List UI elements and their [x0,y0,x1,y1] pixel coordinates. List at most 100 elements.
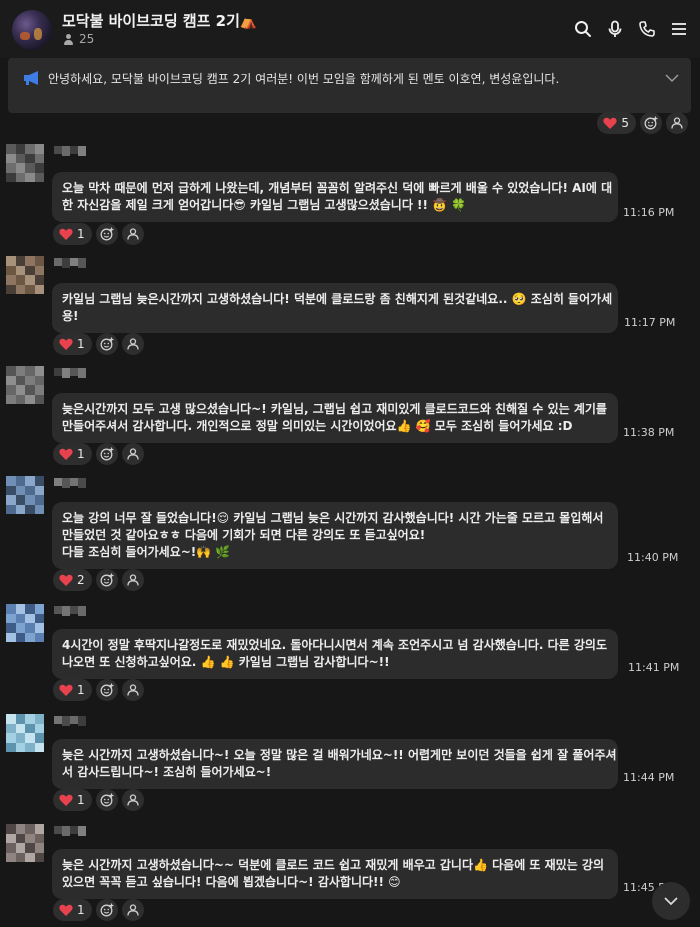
reactors-button[interactable] [121,899,144,921]
room-avatar[interactable] [12,10,52,50]
member-count[interactable]: 25 [63,32,94,46]
message-text-line: 만들었던 것 같아요ㅎㅎ 다음에 기회가 되면 다른 강의도 또 듣고싶어요! [62,528,426,542]
message-text-line: 카일님 그랩님 늦은시간까지 고생하셨습니다! 덕분에 클로드랑 좀 친해지게 … [62,292,613,306]
message-text-line: 늦은시간까지 모두 고생 많으셨습니다~! 카일님, 그랩님 쉽고 재미있게 클… [62,402,607,416]
add-reaction-button[interactable] [95,443,118,465]
chevron-down-icon [664,897,678,906]
search-icon[interactable] [574,18,592,40]
message-time: 11:38 PM [623,426,675,439]
message-bubble: 늦은 시간까지 고생하셨습니다~! 오늘 정말 많은 걸 배워가네요~!! 어렵… [52,739,618,789]
chevron-down-icon[interactable] [665,71,679,85]
message-bubble: 오늘 강의 너무 잘 들었습니다!😌 카일님 그랩님 늦은 시간까지 감사했습니… [52,502,618,569]
heart-icon [59,684,73,696]
message-text-line: 4시간이 정말 후딱지나갈정도로 재밌었네요. 돌아다니시면서 계속 조언주시고… [62,638,608,652]
message-text-line: 용! [62,309,79,323]
heart-icon [59,338,73,350]
heart-icon [59,448,73,460]
heart-icon [603,117,617,129]
avatar[interactable] [6,476,44,514]
message-reactions: 2 [53,569,144,591]
add-reaction-icon [100,447,114,461]
message-text-line: 한 자신감을 제일 크게 얻어갑니다😎 카일님 그랩님 고생많으셨습니다 !! … [62,198,467,212]
heart-count: 1 [77,683,85,697]
person-icon [126,904,139,916]
message-time: 11:40 PM [627,551,679,564]
avatar[interactable] [6,604,44,642]
add-reaction-button[interactable] [95,223,118,245]
reactors-button[interactable] [121,223,144,245]
heart-reaction[interactable]: 1 [53,223,92,245]
sender-name-blurred [54,478,86,494]
sender-name-blurred [54,606,86,622]
sender-name-blurred [54,368,86,384]
phone-icon[interactable] [638,18,656,40]
sender-name-blurred [54,826,86,842]
avatar[interactable] [6,824,44,862]
menu-icon[interactable] [670,18,688,40]
person-icon [126,574,139,586]
heart-count: 1 [77,903,85,917]
reactors-button[interactable] [121,569,144,591]
heart-reaction[interactable]: 5 [597,112,636,134]
microphone-icon[interactable] [606,18,624,40]
message-text-line: 늦은 시간까지 고생하셨습니다~~ 덕분에 클로드 코드 쉽고 재밌게 배우고 … [62,858,605,872]
megaphone-icon [24,71,38,85]
sender-name-blurred [54,258,86,274]
avatar[interactable] [6,256,44,294]
reactors-button[interactable] [121,333,144,355]
person-icon [126,794,139,806]
heart-reaction[interactable]: 1 [53,899,92,921]
person-icon [671,117,683,129]
add-reaction-icon [100,903,114,917]
scroll-down-button[interactable] [652,882,690,920]
notice-banner[interactable]: 안녕하세요, 모닥불 바이브코딩 캠프 2기 여러분! 이번 모임을 함께하게 … [8,58,691,113]
message-bubble: 늦은시간까지 모두 고생 많으셨습니다~! 카일님, 그랩님 쉽고 재미있게 클… [52,393,618,443]
add-reaction-button[interactable] [95,789,118,811]
message-bubble: 늦은 시간까지 고생하셨습니다~~ 덕분에 클로드 코드 쉽고 재밌게 배우고 … [52,849,618,899]
message-bubble: 오늘 막차 때문에 먼저 급하게 나왔는데, 개념부터 꼼꼼히 알려주신 덕에 … [52,172,618,222]
message-reactions: 1 [53,443,144,465]
message-reactions: 1 [53,789,144,811]
message-time: 11:44 PM [623,771,675,784]
add-reaction-icon [644,116,658,130]
reactors-button[interactable] [666,112,688,134]
heart-reaction[interactable]: 1 [53,679,92,701]
tent-emoji: ⛺ [239,14,258,30]
heart-reaction[interactable]: 1 [53,333,92,355]
heart-reaction[interactable]: 1 [53,789,92,811]
heart-reaction[interactable]: 1 [53,443,92,465]
add-reaction-icon [100,683,114,697]
person-icon [126,228,139,240]
person-icon [126,338,139,350]
person-icon [126,684,139,696]
message-text-line: 서 감사드립니다~! 조심히 들어가세요~! [62,765,272,779]
message-time: 11:41 PM [628,661,680,674]
add-reaction-button[interactable] [95,333,118,355]
person-icon [126,448,139,460]
heart-icon [59,228,73,240]
message-text-line: 다들 조심히 들어가세요~!🙌 🌿 [62,545,231,559]
message-reactions: 1 [53,223,144,245]
reactors-button[interactable] [121,789,144,811]
message-reactions: 1 [53,333,144,355]
reactors-button[interactable] [121,679,144,701]
message-bubble: 카일님 그랩님 늦은시간까지 고생하셨습니다! 덕분에 클로드랑 좀 친해지게 … [52,283,618,333]
add-reaction-button[interactable] [95,679,118,701]
add-reaction-button[interactable] [95,899,118,921]
avatar[interactable] [6,144,44,182]
message-text-line: 있으면 꼭꼭 듣고 싶습니다! 다음에 뵙겠습니다~! 감사합니다!! 😊 [62,875,401,889]
message-reactions: 1 [53,899,144,921]
avatar[interactable] [6,366,44,404]
add-reaction-button[interactable] [640,112,662,134]
heart-icon [59,904,73,916]
heart-reaction[interactable]: 2 [53,569,92,591]
avatar[interactable] [6,714,44,752]
reactors-button[interactable] [121,443,144,465]
room-title-text: 모닥불 바이브코딩 캠프 2기 [62,12,240,30]
message-text-line: 늦은 시간까지 고생하셨습니다~! 오늘 정말 많은 걸 배워가네요~!! 어렵… [62,748,617,762]
add-reaction-button[interactable] [95,569,118,591]
add-reaction-icon [100,227,114,241]
message-time: 11:16 PM [623,206,675,219]
message-text-line: 만들어주셔서 감사합니다. 개인적으로 정말 의미있는 시간이었어요👍 🥰 모두… [62,419,573,433]
heart-count: 1 [77,337,85,351]
